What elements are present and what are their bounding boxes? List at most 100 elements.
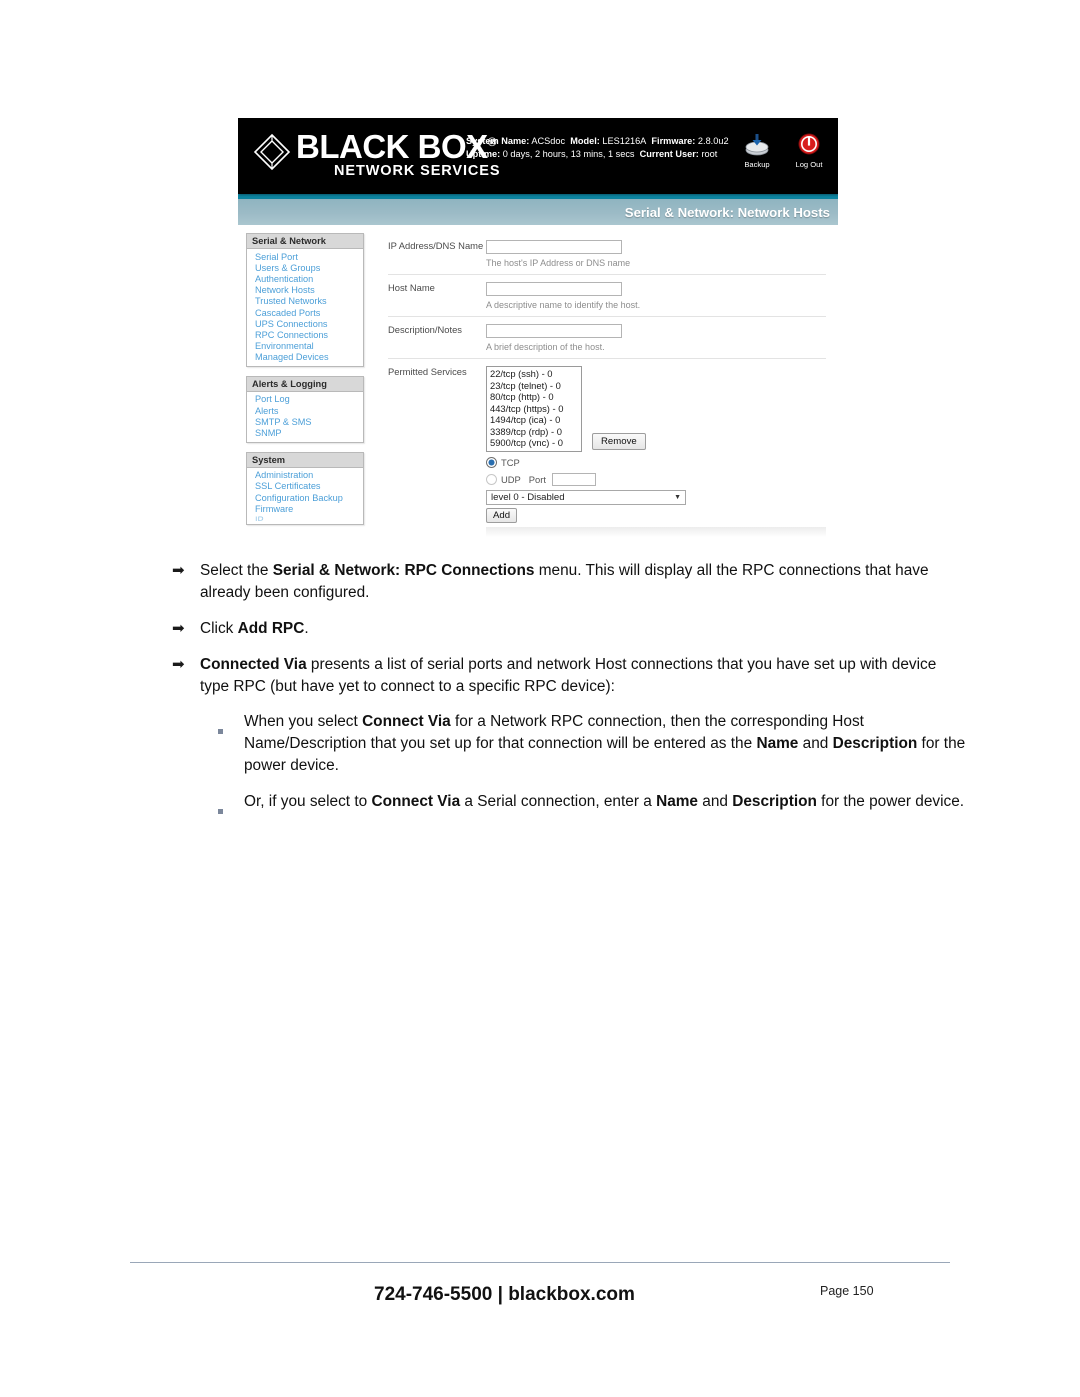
text-run: Click [200, 619, 238, 637]
sidebar-item-smtp-sms[interactable]: SMTP & SMS [247, 416, 363, 427]
text-run-bold: Description [832, 735, 918, 753]
footer-divider [130, 1262, 950, 1263]
sidebar-item-trusted-networks[interactable]: Trusted Networks [247, 296, 363, 307]
sidebar-item-firmware[interactable]: Firmware [247, 503, 363, 514]
permitted-services-listbox[interactable]: 22/tcp (ssh) - 0 23/tcp (telnet) - 0 80/… [486, 366, 582, 452]
menu-group-serial-network: Serial & Network Serial Port Users & Gro… [246, 233, 364, 367]
list-item[interactable]: 22/tcp (ssh) - 0 [490, 368, 578, 380]
list-item[interactable]: 23/tcp (telnet) - 0 [490, 380, 578, 392]
bullet-text: Select the Serial & Network: RPC Connect… [200, 560, 962, 604]
current-user-value: root [701, 149, 718, 160]
form-row-ip-address: IP Address/DNS Name The host's IP Addres… [388, 233, 826, 275]
arrow-bullet-icon: ➡ [172, 655, 185, 673]
sub-bullet-text: When you select Connect Via for a Networ… [244, 711, 970, 777]
form-row-host-name: Host Name A descriptive name to identify… [388, 275, 826, 317]
port-label: Port [528, 474, 546, 485]
square-bullet-icon [218, 711, 244, 777]
text-run-bold: Connected Via [200, 655, 307, 673]
diamond-logo-icon [253, 133, 291, 171]
list-item[interactable]: 5900/tcp (vnc) - 0 [490, 437, 578, 449]
udp-label: UDP [501, 474, 521, 485]
description-label: Description/Notes [388, 324, 462, 335]
form-row-permitted-services: Permitted Services 22/tcp (ssh) - 0 23/t… [388, 359, 826, 543]
sidebar-item-ssl-certificates[interactable]: SSL Certificates [247, 481, 363, 492]
list-item[interactable]: 3389/tcp (rdp) - 0 [490, 426, 578, 438]
bullet-item: ➡ Connected Via presents a list of seria… [0, 654, 1080, 698]
model-label: Model: [570, 136, 600, 146]
sidebar-item-managed-devices[interactable]: Managed Devices [247, 352, 363, 363]
system-info: System Name: ACSdoc Model: LES1216A Firm… [466, 135, 729, 162]
bullet-item: ➡ Click Add RPC. [0, 618, 1080, 640]
logout-button[interactable]: Log Out [788, 132, 830, 169]
text-run: Or, if you select to [244, 793, 372, 810]
system-name-label: System Name: [466, 136, 530, 146]
sidebar-item-authentication[interactable]: Authentication [247, 273, 363, 284]
menu-heading-system: System [247, 452, 363, 468]
menu-group-system: System Administration SSL Certificates C… [246, 451, 364, 525]
text-run: and [698, 793, 733, 810]
header-icon-group: Backup Log Out [736, 132, 830, 169]
page-title: Serial & Network: Network Hosts [624, 204, 830, 220]
sidebar-item-users-groups[interactable]: Users & Groups [247, 262, 363, 273]
sidebar-item-port-log[interactable]: Port Log [247, 394, 363, 405]
logout-icon [788, 132, 830, 159]
logo-subtitle: NETWORK SERVICES [334, 163, 501, 179]
sidebar-item-ip[interactable]: IP [247, 514, 363, 521]
sidebar-item-cascaded-ports[interactable]: Cascaded Ports [247, 307, 363, 318]
menu-group-alerts-logging: Alerts & Logging Port Log Alerts SMTP & … [246, 375, 364, 443]
tcp-label: TCP [501, 457, 520, 468]
host-name-hint: A descriptive name to identify the host. [486, 300, 641, 310]
menu-heading-alerts-logging: Alerts & Logging [247, 376, 363, 392]
system-name-value: ACSdoc [531, 136, 566, 146]
text-run-bold: Serial & Network: RPC Connections [272, 562, 535, 579]
add-button[interactable]: Add [486, 508, 518, 523]
bullet-item: ➡ Select the Serial & Network: RPC Conne… [0, 560, 1080, 604]
menu-heading-serial-network: Serial & Network [247, 234, 363, 249]
log-level-select[interactable]: level 0 - Disabled ▼ [486, 490, 686, 505]
text-run: for the power device. [816, 793, 965, 810]
list-item[interactable]: 1494/tcp (ica) - 0 [490, 414, 578, 426]
sub-bullet-item: When you select Connect Via for a Networ… [0, 711, 1080, 777]
embedded-product-screenshot: BLACK BOX® NETWORK SERVICES System Name:… [238, 118, 838, 550]
protocol-udp-row: UDP Port [486, 473, 826, 486]
square-bullet-icon [218, 791, 244, 822]
text-run-bold: Add RPC [237, 619, 305, 637]
network-host-form: IP Address/DNS Name The host's IP Addres… [364, 233, 838, 543]
sidebar-item-snmp[interactable]: SNMP [247, 427, 363, 438]
backup-icon [736, 132, 778, 159]
uptime-label: Uptime: [466, 149, 501, 160]
tcp-radio[interactable] [486, 457, 497, 468]
text-run-bold: Connect Via [362, 713, 451, 731]
host-name-input[interactable] [486, 282, 622, 296]
text-run-bold: Connect Via [371, 793, 461, 810]
sidebar-item-serial-port[interactable]: Serial Port [247, 251, 363, 262]
model-value: LES1216A [602, 136, 647, 146]
sidebar-item-environmental[interactable]: Environmental [247, 341, 363, 352]
footer-page-number: Page 150 [820, 1284, 874, 1298]
ip-address-label: IP Address/DNS Name [388, 240, 484, 251]
ip-address-input[interactable] [486, 240, 622, 254]
firmware-label: Firmware: [651, 136, 696, 146]
udp-radio[interactable] [486, 474, 497, 485]
cropped-content-fade [486, 527, 826, 537]
bullet-text: Connected Via presents a list of serial … [200, 654, 962, 698]
sidebar-item-rpc-connections[interactable]: RPC Connections [247, 329, 363, 340]
current-user-label: Current User: [639, 149, 699, 160]
sidebar-item-alerts[interactable]: Alerts [247, 405, 363, 416]
sidebar-item-configuration-backup[interactable]: Configuration Backup [247, 492, 363, 503]
description-input[interactable] [486, 324, 622, 338]
footer-contact: 724-746-5500 | blackbox.com [374, 1284, 635, 1305]
text-run: When you select [244, 713, 363, 731]
list-item[interactable]: 80/tcp (http) - 0 [490, 391, 578, 403]
ip-address-hint: The host's IP Address or DNS name [486, 258, 631, 268]
backup-button[interactable]: Backup [736, 132, 778, 169]
remove-button[interactable]: Remove [592, 433, 646, 450]
uptime-value: 0 days, 2 hours, 13 mins, 1 secs [502, 149, 635, 160]
text-run: presents a list of serial ports and netw… [200, 655, 937, 695]
sidebar-item-network-hosts[interactable]: Network Hosts [247, 285, 363, 296]
sidebar-item-ups-connections[interactable]: UPS Connections [247, 318, 363, 329]
description-hint: A brief description of the host. [486, 342, 605, 352]
sidebar-item-administration[interactable]: Administration [247, 470, 363, 481]
list-item[interactable]: 443/tcp (https) - 0 [490, 403, 578, 415]
port-input[interactable] [552, 473, 596, 486]
